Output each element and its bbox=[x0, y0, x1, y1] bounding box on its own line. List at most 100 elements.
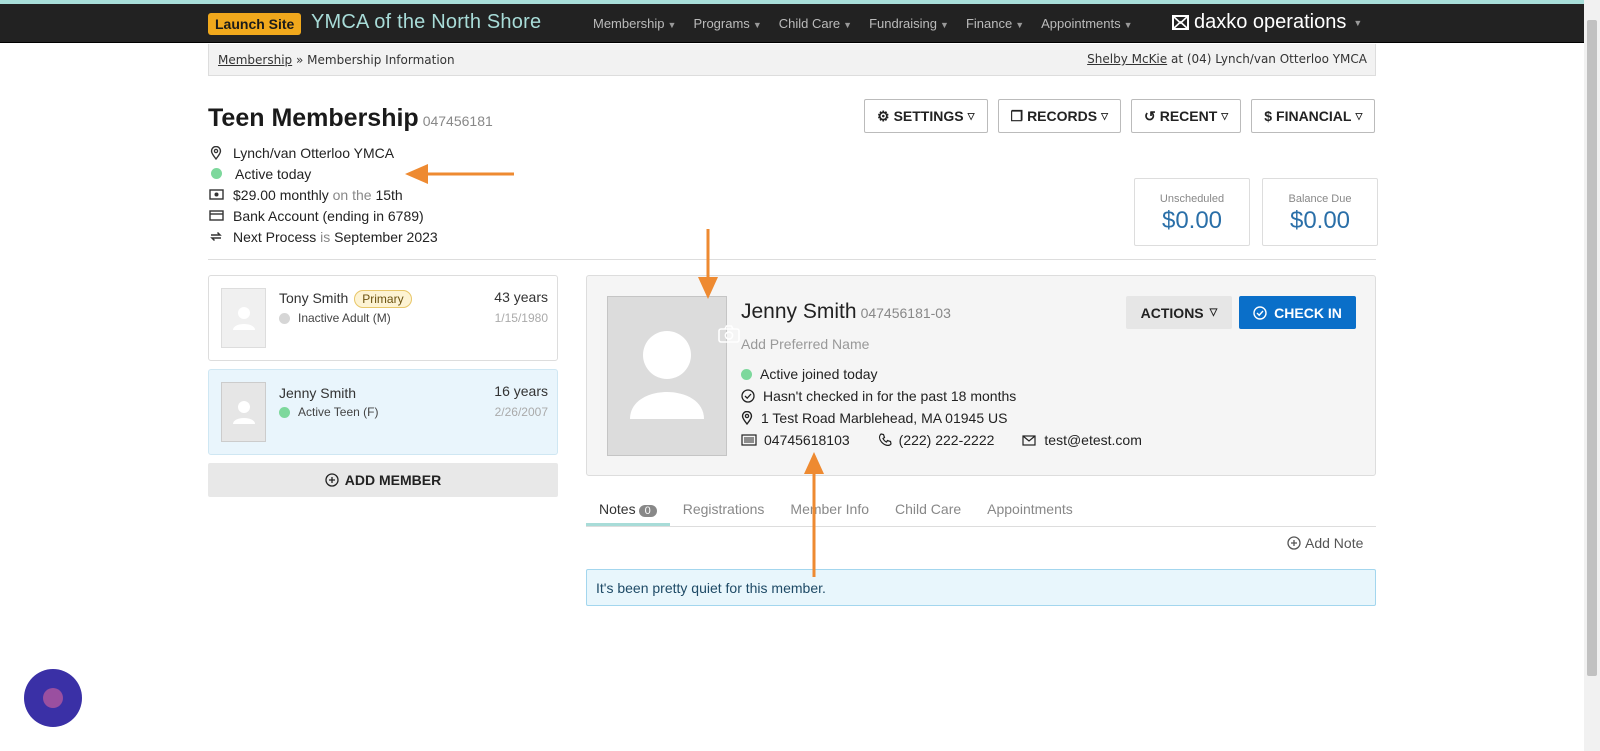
page-title: Teen Membership 047456181 bbox=[208, 104, 493, 133]
nav-membership-label: Membership bbox=[593, 16, 665, 31]
membership-info: Lynch/van Otterloo YMCA Active today $29… bbox=[208, 142, 438, 247]
location-row: Lynch/van Otterloo YMCA bbox=[208, 142, 438, 163]
balance-due-label: Balance Due bbox=[1288, 193, 1352, 205]
records-label: RECORDS bbox=[1027, 108, 1098, 124]
member-dob: 2/26/2007 bbox=[494, 405, 548, 419]
financial-label: FINANCIAL bbox=[1276, 108, 1352, 124]
recent-label: RECENT bbox=[1159, 108, 1218, 124]
add-note-button[interactable]: Add Note bbox=[1287, 535, 1363, 551]
breadcrumb-separator: » bbox=[296, 53, 304, 67]
status-row: Active today bbox=[208, 163, 438, 184]
breadcrumb: Membership » Membership Information Shel… bbox=[208, 44, 1376, 76]
tab-registrations[interactable]: Registrations bbox=[670, 498, 778, 526]
check-circle-icon bbox=[1253, 305, 1267, 320]
credit-card-icon bbox=[208, 210, 224, 221]
barcode-icon bbox=[741, 434, 757, 446]
actions-button[interactable]: ACTIONS ▽ bbox=[1126, 296, 1232, 329]
tab-appointments[interactable]: Appointments bbox=[974, 498, 1086, 526]
nav-fundraising[interactable]: Fundraising ▼ bbox=[869, 16, 949, 31]
nav-appointments[interactable]: Appointments ▼ bbox=[1041, 16, 1132, 31]
empty-notes-message: It's been pretty quiet for this member. bbox=[586, 569, 1376, 606]
chevron-down-icon: ▼ bbox=[843, 20, 853, 30]
breadcrumb-current: Membership Information bbox=[307, 53, 455, 67]
member-name: Tony Smith bbox=[279, 290, 349, 306]
status-dot-icon bbox=[279, 312, 290, 324]
person-icon bbox=[630, 331, 704, 419]
chevron-down-icon: ▼ bbox=[1353, 17, 1363, 28]
status-dot-icon bbox=[741, 368, 752, 380]
brand-label: daxko operations bbox=[1194, 11, 1347, 33]
avatar bbox=[221, 288, 266, 348]
map-pin-icon bbox=[741, 411, 753, 425]
status-dot-icon bbox=[279, 406, 290, 418]
address: 1 Test Road Marblehead, MA 01945 US bbox=[761, 410, 1008, 426]
divider bbox=[208, 259, 1376, 260]
nav-child-care-label: Child Care bbox=[778, 16, 841, 31]
tab-notes[interactable]: Notes 0 bbox=[586, 498, 670, 526]
breadcrumb-trail: Membership » Membership Information bbox=[218, 53, 455, 67]
scrollbar-thumb[interactable] bbox=[1587, 20, 1597, 676]
nav-programs-label: Programs bbox=[693, 16, 750, 31]
preferred-name-field[interactable]: Add Preferred Name bbox=[741, 336, 869, 352]
nav-child-care[interactable]: Child Care ▼ bbox=[779, 16, 852, 31]
detail-status: Active joined today bbox=[760, 366, 878, 382]
chevron-down-icon: ▼ bbox=[1015, 20, 1025, 30]
price-day: 15th bbox=[375, 186, 403, 203]
plus-circle-icon bbox=[1287, 536, 1301, 550]
add-member-button[interactable]: ADD MEMBER bbox=[208, 463, 558, 497]
member-card-jenny[interactable]: Jenny Smith Active Teen (F) 16 years 2/2… bbox=[208, 369, 558, 455]
check-in-button[interactable]: CHECK IN bbox=[1239, 296, 1356, 329]
brand-menu[interactable]: daxko operations ▼ bbox=[1172, 11, 1362, 34]
launch-site-button[interactable]: Launch Site bbox=[208, 13, 302, 35]
repeat-icon bbox=[208, 230, 224, 243]
next-process-row: Next Process is September 2023 bbox=[208, 226, 438, 247]
records-button[interactable]: ❐ RECORDS ▽ bbox=[997, 99, 1121, 133]
current-user: Shelby McKie at (04) Lynch/van Otterloo … bbox=[1087, 52, 1367, 66]
tab-notes-label: Notes bbox=[599, 501, 636, 517]
chevron-down-icon: ▽ bbox=[1101, 110, 1108, 121]
org-name[interactable]: YMCA of the North Shore bbox=[311, 11, 541, 34]
settings-button[interactable]: ⚙ SETTINGS ▽ bbox=[864, 99, 988, 133]
nav-finance[interactable]: Finance ▼ bbox=[966, 16, 1024, 31]
add-member-label: ADD MEMBER bbox=[344, 472, 442, 488]
unscheduled-value: $0.00 bbox=[1161, 207, 1223, 234]
top-navbar: Launch Site YMCA of the North Shore Memb… bbox=[0, 4, 1584, 43]
copy-icon: ❐ bbox=[1010, 107, 1024, 124]
add-note-label: Add Note bbox=[1305, 535, 1364, 551]
unscheduled-label: Unscheduled bbox=[1159, 193, 1225, 205]
recent-button[interactable]: ↺ RECENT ▽ bbox=[1131, 99, 1242, 133]
nav-programs[interactable]: Programs ▼ bbox=[693, 16, 761, 31]
user-link[interactable]: Shelby McKie bbox=[1087, 52, 1167, 66]
checkin-history-row: Hasn't checked in for the past 18 months bbox=[741, 388, 1016, 404]
member-name: Jenny Smith bbox=[279, 385, 357, 401]
email: test@etest.com bbox=[1044, 432, 1142, 448]
camera-icon[interactable] bbox=[718, 325, 740, 348]
member-dob: 1/15/1980 bbox=[494, 311, 548, 325]
tab-child-care[interactable]: Child Care bbox=[882, 498, 974, 526]
chevron-down-icon: ▽ bbox=[967, 110, 975, 121]
member-card-tony[interactable]: Tony Smith Primary Inactive Adult (M) 43 … bbox=[208, 275, 558, 361]
detail-status-row: Active joined today bbox=[741, 366, 878, 382]
financial-button[interactable]: $ FINANCIAL ▽ bbox=[1251, 99, 1376, 133]
tab-member-info[interactable]: Member Info bbox=[777, 498, 882, 526]
nav-membership[interactable]: Membership ▼ bbox=[593, 16, 676, 31]
phone-icon bbox=[878, 433, 892, 446]
breadcrumb-link-membership[interactable]: Membership bbox=[218, 53, 292, 67]
chevron-down-icon: ▼ bbox=[940, 20, 949, 30]
gear-icon: ⚙ bbox=[877, 107, 890, 124]
member-photo[interactable] bbox=[607, 296, 740, 456]
actions-label: ACTIONS bbox=[1140, 304, 1204, 321]
next-process-label: Next Process bbox=[233, 228, 317, 245]
envelope-icon bbox=[1022, 434, 1037, 446]
chevron-down-icon: ▽ bbox=[1209, 307, 1218, 318]
scrollbar[interactable] bbox=[1584, 0, 1600, 751]
status-text: Active today bbox=[235, 165, 312, 182]
member-name-row: Tony Smith Primary bbox=[279, 290, 412, 308]
nav-menu: Membership ▼ Programs ▼ Child Care ▼ Fundra… bbox=[593, 16, 1150, 31]
history-icon: ↺ bbox=[1144, 107, 1156, 124]
avatar bbox=[221, 382, 266, 442]
detail-name-row: Jenny Smith 047456181-03 bbox=[741, 300, 951, 324]
chat-launcher-button[interactable] bbox=[24, 669, 82, 727]
next-process-date: September 2023 bbox=[334, 228, 438, 245]
member-status-row: Inactive Adult (M) bbox=[279, 311, 391, 325]
